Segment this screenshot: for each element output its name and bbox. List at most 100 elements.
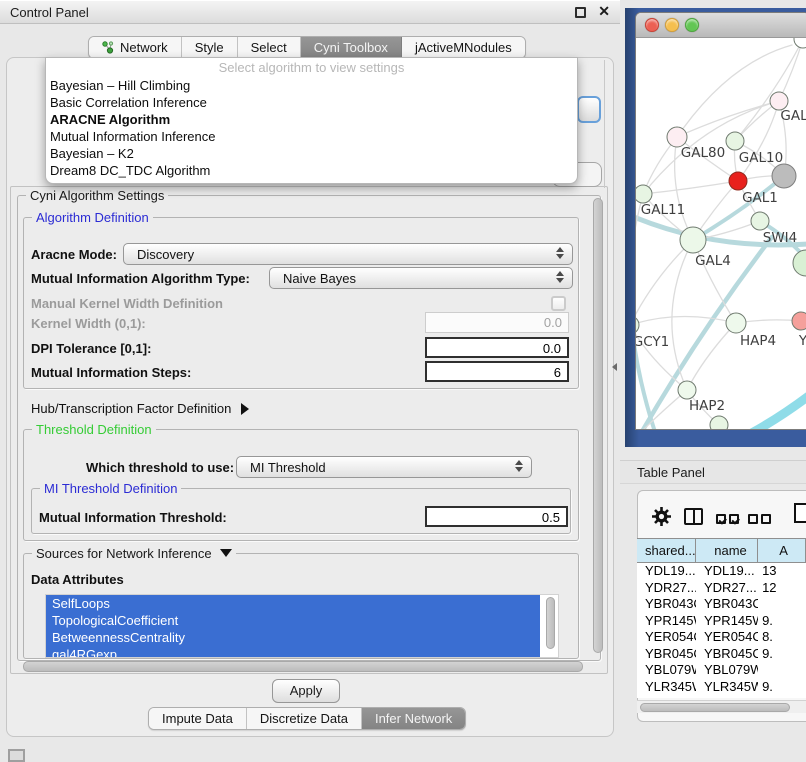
network-node-gal1[interactable] [729, 172, 747, 190]
table-row[interactable]: YDR27...YDR27...12 [637, 580, 806, 597]
columns-icon[interactable] [684, 508, 703, 525]
network-edge[interactable] [643, 181, 738, 194]
network-window[interactable]: GALGAL80GAL10GAL1GAL11SWI4GAL4GCY1HAP4YH… [635, 12, 806, 430]
tab-cyni-toolbox[interactable]: Cyni Toolbox [301, 37, 402, 58]
mi-threshold-field[interactable]: 0.5 [425, 506, 568, 527]
network-window-titlebar[interactable] [636, 13, 806, 38]
network-edge[interactable] [636, 316, 736, 325]
network-node-gcy1[interactable] [636, 316, 639, 334]
network-edge[interactable] [677, 45, 792, 137]
network-edge[interactable] [636, 240, 693, 325]
table-hscrollbar [637, 700, 806, 713]
kernel-width-field[interactable]: 0.0 [425, 312, 569, 333]
mi-steps-field[interactable]: 6 [425, 361, 569, 382]
attribute-item-betweennesscentrality[interactable]: BetweennessCentrality [46, 629, 540, 646]
table-cell: 9. [758, 613, 806, 630]
horizontal-scrollbar-thumb[interactable] [23, 661, 583, 672]
network-node-hap2[interactable] [678, 381, 696, 399]
algorithm-definition-title: Algorithm Definition [32, 210, 153, 225]
tab-label: Infer Network [375, 711, 452, 726]
gear-icon[interactable] [651, 506, 672, 530]
which-threshold-combobox[interactable]: MI Threshold [236, 456, 532, 478]
dropdown-item-mutual-information-inference[interactable]: Mutual Information Inference [46, 128, 577, 145]
tab-style[interactable]: Style [182, 37, 238, 58]
table-hscrollbar-thumb[interactable] [640, 703, 790, 712]
network-node-gal10[interactable] [726, 132, 744, 150]
minimize-traffic-light-icon[interactable] [665, 18, 679, 32]
minimized-panel-icon[interactable] [8, 749, 25, 762]
network-edge[interactable] [735, 39, 803, 141]
tab-network[interactable]: Network [89, 37, 182, 58]
table-panel-titlebar: Table Panel [620, 460, 806, 484]
table-row[interactable]: YBR045CYBR045C9. [637, 646, 806, 663]
dropdown-item-aracne-algorithm[interactable]: ARACNE Algorithm [46, 111, 577, 128]
network-node-gal80[interactable] [667, 127, 687, 147]
tab-label: Cyni Toolbox [314, 40, 388, 55]
document-icon[interactable] [794, 503, 806, 523]
hub-section-toggle[interactable]: Hub/Transcription Factor Definition [31, 401, 249, 416]
table-row[interactable]: YER054CYER054C8. [637, 629, 806, 646]
table-row[interactable]: YDL19...YDL19...13 [637, 563, 806, 580]
network-node-gal11[interactable] [636, 185, 652, 203]
column-header-a[interactable]: A [758, 539, 806, 562]
table-row[interactable]: YPR145WYPR145W9. [637, 613, 806, 630]
table-row[interactable]: YBL079WYBL079W [637, 662, 806, 679]
checked-boxes-icon[interactable] [716, 512, 742, 527]
network-view-canvas[interactable]: GALGAL80GAL10GAL1GAL11SWI4GAL4GCY1HAP4YH… [636, 38, 806, 430]
column-header-name[interactable]: name [696, 539, 758, 562]
network-node-gal4[interactable] [680, 227, 706, 253]
algorithm-dropdown-placeholder: Select algorithm to view settings [46, 58, 577, 77]
table-cell: YER054C [637, 629, 696, 646]
network-node[interactable] [772, 164, 796, 188]
column-header-shared-[interactable]: shared... [637, 539, 696, 562]
close-traffic-light-icon[interactable] [645, 18, 659, 32]
apply-button[interactable]: Apply [272, 679, 340, 703]
network-node-y[interactable] [792, 312, 806, 330]
tab-discretize-data[interactable]: Discretize Data [247, 708, 362, 729]
tab-label: Network [120, 40, 168, 55]
network-node[interactable] [793, 250, 806, 276]
attribute-table[interactable]: shared...nameA YDL19...YDL19...13YDR27..… [637, 538, 806, 698]
dpi-tolerance-field[interactable]: 0.0 [425, 337, 569, 358]
mi-steps-label: Mutual Information Steps: [31, 365, 191, 380]
network-edge[interactable] [687, 323, 736, 390]
tab-infer-network[interactable]: Infer Network [362, 708, 465, 729]
dropdown-item-basic-correlation-inference[interactable]: Basic Correlation Inference [46, 94, 577, 111]
control-panel-titlebar: Control Panel ✕ [0, 0, 620, 24]
which-threshold-label: Which threshold to use: [86, 460, 234, 475]
network-node-hap4[interactable] [726, 313, 746, 333]
zoom-traffic-light-icon[interactable] [685, 18, 699, 32]
unchecked-boxes-icon[interactable] [748, 512, 774, 527]
kernel-width-label: Kernel Width (0,1): [31, 316, 146, 331]
close-icon[interactable]: ✕ [598, 3, 610, 20]
attribute-item-gal4rgexp[interactable]: gal4RGexp [46, 646, 540, 658]
dropdown-item-bayesian-k2[interactable]: Bayesian – K2 [46, 145, 577, 162]
bottom-tabbar: Impute DataDiscretize Data Infer Network [148, 707, 466, 730]
list-scrollbar-thumb[interactable] [546, 597, 555, 649]
table-row[interactable]: YIL052CYIL052C9 [637, 695, 806, 698]
tab-select[interactable]: Select [238, 37, 301, 58]
network-node[interactable] [794, 38, 806, 48]
sources-group-title[interactable]: Sources for Network Inference [32, 546, 236, 561]
table-row[interactable]: YBR043CYBR043C [637, 596, 806, 613]
vertical-scrollbar-thumb[interactable] [593, 198, 603, 653]
attribute-item-topologicalcoefficient[interactable]: TopologicalCoefficient [46, 612, 540, 629]
table-cell: YPR145W [637, 613, 696, 630]
network-node[interactable] [710, 416, 728, 430]
obscured-border-fragment [604, 60, 605, 188]
table-row[interactable]: YLR345WYLR345W9. [637, 679, 806, 696]
dropdown-item-bayesian-hill-climbing[interactable]: Bayesian – Hill Climbing [46, 77, 577, 94]
node-label-gcy1: GCY1 [636, 334, 669, 350]
mi-algorithm-type-combobox[interactable]: Naive Bayes [269, 267, 573, 289]
network-edge[interactable] [748, 395, 806, 430]
panel-divider-arrow-icon[interactable] [612, 363, 617, 371]
aracne-mode-combobox[interactable]: Discovery [123, 243, 573, 265]
attribute-item-selfloops[interactable]: SelfLoops [46, 595, 540, 612]
dropdown-item-dream8-dc-tdc-algorithm[interactable]: Dream8 DC_TDC Algorithm [46, 162, 577, 179]
data-attributes-list[interactable]: SelfLoopsTopologicalCoefficientBetweenne… [45, 594, 559, 658]
manual-kernel-width-checkbox[interactable] [551, 296, 566, 311]
tab-jactivemnodules[interactable]: jActiveMNodules [402, 37, 525, 58]
tab-impute-data[interactable]: Impute Data [149, 708, 247, 729]
network-node-swi4[interactable] [751, 212, 769, 230]
float-window-icon[interactable] [575, 7, 586, 18]
